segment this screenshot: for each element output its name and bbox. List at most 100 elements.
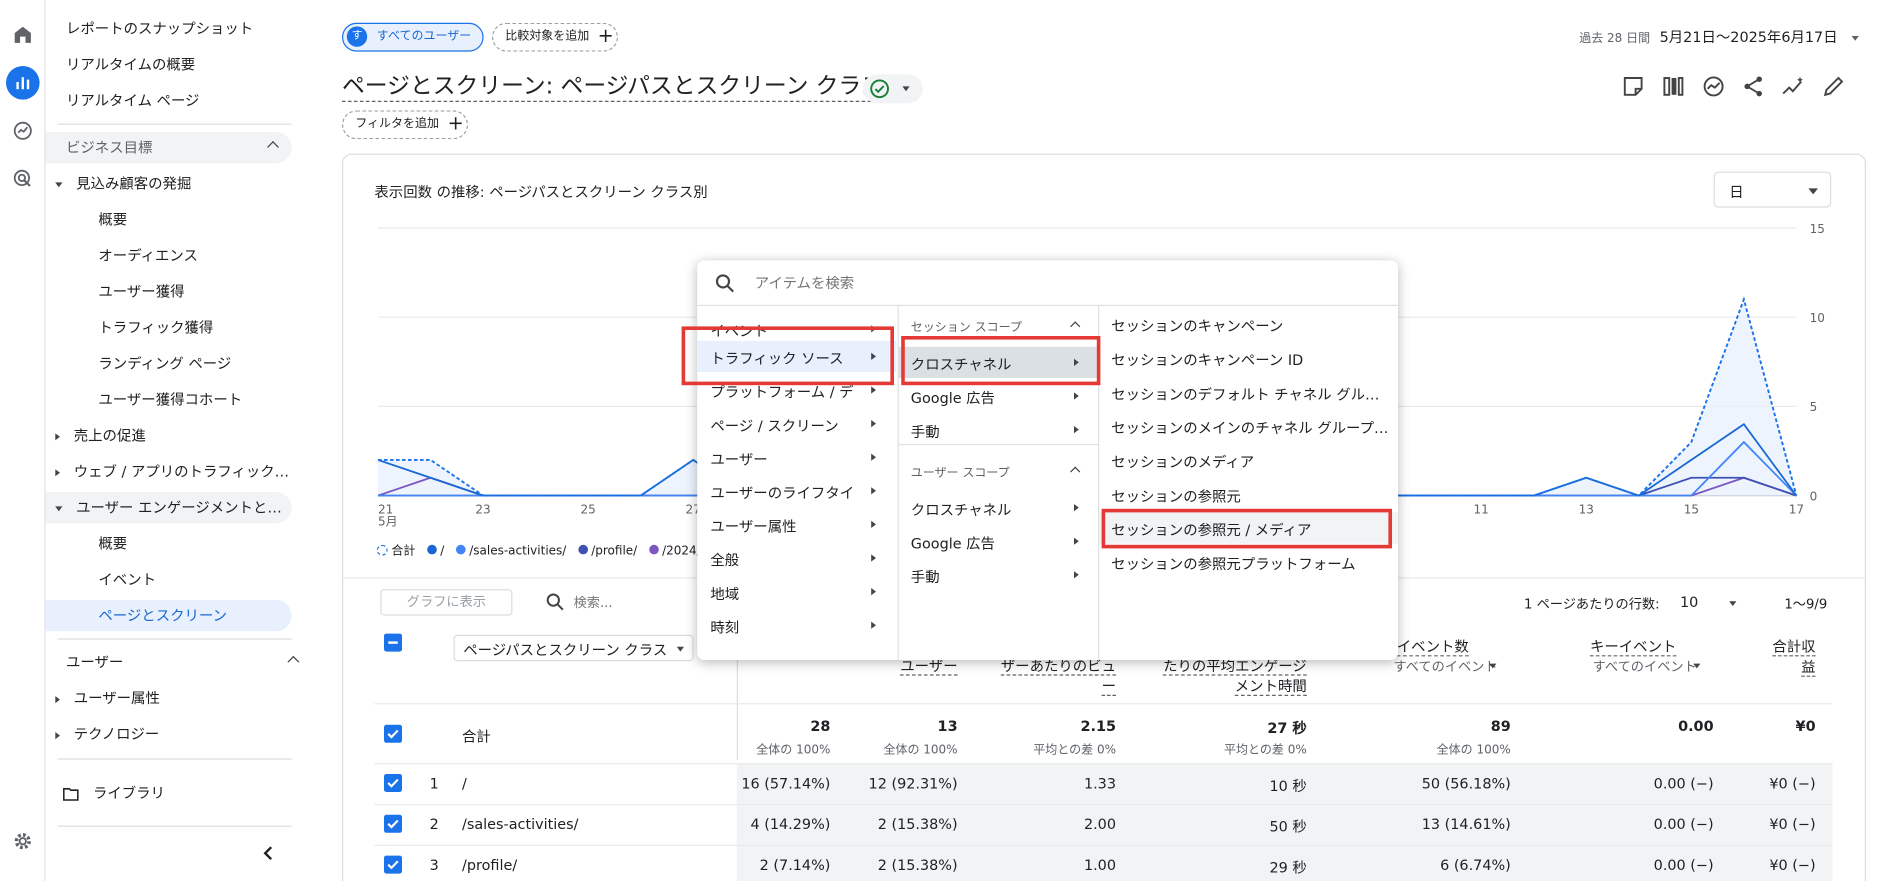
row-page-path[interactable]: /profile/ [462, 857, 517, 874]
table-search-input[interactable] [573, 590, 694, 615]
nav-group-technology[interactable]: テクノロジー [55, 719, 301, 750]
menu-item-user-manual[interactable]: 手動 [899, 559, 1097, 590]
nav-item-realtime-pages[interactable]: リアルタイム ページ [66, 85, 312, 116]
header-event-count-filter[interactable]: すべてのイベント [1393, 656, 1497, 675]
nav-item-library[interactable]: ライブラリ [62, 778, 308, 809]
menu-item-session-manual[interactable]: 手動 [899, 414, 1097, 445]
row-page-path[interactable]: / [462, 775, 467, 792]
caret-down-icon [1851, 35, 1859, 41]
menu-category-label: ユーザーのライフタイ… [710, 484, 855, 502]
nav-group-engagement[interactable]: ユーザー エンゲージメントと… [45, 492, 292, 524]
sparkle-trend-icon[interactable] [1781, 74, 1805, 98]
section-business-goals[interactable]: ビジネス目標 [45, 132, 292, 164]
header-users-label[interactable]: ユーザー [900, 657, 958, 676]
menu-category-item[interactable]: 時刻 [697, 610, 896, 641]
date-range-picker[interactable]: 5月21日〜2025年6月17日 [1660, 26, 1859, 46]
nav-item-snapshot[interactable]: レポートのスナップショット [66, 13, 312, 44]
collapse-nav-icon[interactable] [259, 844, 278, 863]
menu-category-item[interactable]: ユーザーのライフタイ… [697, 475, 896, 506]
legend-item-root[interactable]: / [440, 545, 444, 558]
menu-category-item[interactable]: 地域 [697, 576, 896, 607]
header-avg-engagement-l3[interactable]: メント時間 [1234, 678, 1307, 697]
menu-dimension-item[interactable]: セッションのキャンペーン ID [1099, 342, 1398, 373]
section-user[interactable]: ユーザー [66, 647, 312, 678]
header-key-events-l1[interactable]: キーイベント [1589, 638, 1677, 657]
menu-item-user-crosschannel[interactable]: クロスチャネル [899, 492, 1097, 523]
nav-item-landing-page[interactable]: ランディング ページ [98, 348, 344, 379]
nav-group-traffic[interactable]: ウェブ / アプリのトラフィック… [55, 456, 301, 487]
dimension-select[interactable]: ページパスとスクリーン クラス [453, 634, 694, 662]
nav-item-events[interactable]: イベント [98, 564, 344, 595]
caret-down-icon [1808, 188, 1819, 195]
share-icon[interactable] [1741, 74, 1765, 98]
plot-rows-button[interactable]: グラフに表示 [380, 589, 513, 616]
page-title[interactable]: ページとスクリーン: ページパスとスクリーン クラス [342, 72, 884, 103]
header-event-count-l1[interactable]: イベント数 [1396, 638, 1469, 657]
menu-dimension-item[interactable]: セッションの参照元 [1099, 478, 1398, 509]
menu-dimension-item[interactable]: セッションのデフォルト チャネル グル… [1099, 376, 1398, 407]
home-icon[interactable] [6, 18, 40, 52]
header-key-events-filter[interactable]: すべてのイベント [1593, 656, 1697, 675]
nav-item-pages-and-screens[interactable]: ページとスクリーン [45, 600, 292, 632]
pagination-label: 1〜9/9 [1784, 596, 1828, 612]
rows-per-page-select[interactable]: 10 [1680, 594, 1740, 611]
header-total-revenue-l2[interactable]: 益 [1801, 658, 1816, 677]
edit-pencil-icon[interactable] [1822, 74, 1846, 98]
menu-category-item[interactable]: ユーザー属性 [697, 509, 896, 540]
totals-label: 合計 [462, 728, 491, 746]
menu-item-user-google-ads[interactable]: Google 広告 [899, 526, 1097, 557]
legend-item-profile[interactable]: /profile/ [591, 545, 637, 558]
row-page-path[interactable]: /sales-activities/ [462, 816, 579, 833]
legend-item-sales[interactable]: /sales-activities/ [469, 545, 566, 558]
nav-group-demographics[interactable]: ユーザー属性 [55, 683, 301, 714]
menu-category-item[interactable]: ユーザー [697, 442, 896, 473]
segment-chip-all-users[interactable]: す すべてのユーザー [342, 22, 484, 52]
menu-search-input[interactable] [754, 271, 1115, 296]
dimension-picker-menu: イベントトラフィック ソースプラットフォーム / デ…ページ / スクリーンユー… [697, 260, 1398, 660]
menu-dimension-item[interactable]: セッションの参照元プラットフォーム [1099, 546, 1398, 577]
period-select[interactable]: 日 [1713, 171, 1832, 208]
nav-item-audience[interactable]: オーディエンス [98, 240, 344, 271]
select-all-checkbox[interactable] [384, 633, 403, 652]
nav-group-sales[interactable]: 売上の促進 [55, 420, 301, 451]
header-views-per-user-l2[interactable]: ザーあたりのビュ [1000, 657, 1117, 676]
nav-item-user-acquisition[interactable]: ユーザー獲得 [98, 276, 344, 307]
nav-item-realtime-overview[interactable]: リアルタイムの概要 [66, 49, 312, 80]
settings-icon[interactable] [6, 824, 40, 858]
totals-checkbox[interactable] [384, 724, 403, 743]
reports-icon[interactable] [6, 66, 40, 100]
search-icon [546, 593, 564, 611]
header-total-revenue-l1[interactable]: 合計収 [1772, 638, 1816, 657]
title-status-dropdown[interactable] [862, 74, 923, 104]
period-select-value: 日 [1729, 183, 1744, 201]
segment-label: すべてのユーザー [376, 30, 472, 44]
row-checkbox[interactable] [384, 814, 403, 833]
advertising-icon[interactable] [6, 162, 40, 196]
add-comparison-button[interactable]: 比較対象を追加 + [492, 22, 618, 52]
menu-dimension-item[interactable]: セッションのメインのチャネル グループ… [1099, 410, 1398, 441]
compare-columns-icon[interactable] [1661, 74, 1685, 98]
totals-subtext: 全体の 100% [883, 744, 958, 758]
menu-dimension-item[interactable]: セッションのキャンペーン [1099, 308, 1398, 339]
menu-category-item[interactable]: 全般 [697, 542, 896, 573]
nav-item-traffic-acquisition[interactable]: トラフィック獲得 [98, 312, 344, 343]
nav-item-acquisition-cohort[interactable]: ユーザー獲得コホート [98, 384, 344, 415]
menu-dimension-label: セッションのキャンペーン [1111, 318, 1284, 335]
chevron-up-icon[interactable] [1070, 466, 1081, 477]
row-checkbox[interactable] [384, 774, 403, 793]
nav-item-lead-overview[interactable]: 概要 [98, 204, 344, 235]
x-tick-label: 25 [580, 503, 595, 517]
trend-circle-icon[interactable] [1702, 74, 1726, 98]
header-avg-engagement-l2[interactable]: たりの平均エンゲージ [1163, 657, 1307, 676]
menu-dimension-item[interactable]: セッションのメディア [1099, 444, 1398, 475]
header-views-per-user-l3[interactable]: ー [1101, 678, 1116, 697]
row-checkbox[interactable] [384, 855, 403, 874]
menu-category-item[interactable]: ページ / スクリーン [697, 408, 896, 439]
nav-group-lead[interactable]: 見込み顧客の発掘 [55, 168, 301, 199]
insights-note-icon[interactable] [1621, 74, 1645, 98]
chevron-up-icon[interactable] [1070, 321, 1081, 332]
legend-item-total[interactable]: 合計 [391, 545, 415, 558]
nav-item-engagement-overview[interactable]: 概要 [98, 528, 344, 559]
explore-icon[interactable] [6, 114, 40, 148]
add-filter-button[interactable]: フィルタを追加 + [342, 110, 469, 140]
